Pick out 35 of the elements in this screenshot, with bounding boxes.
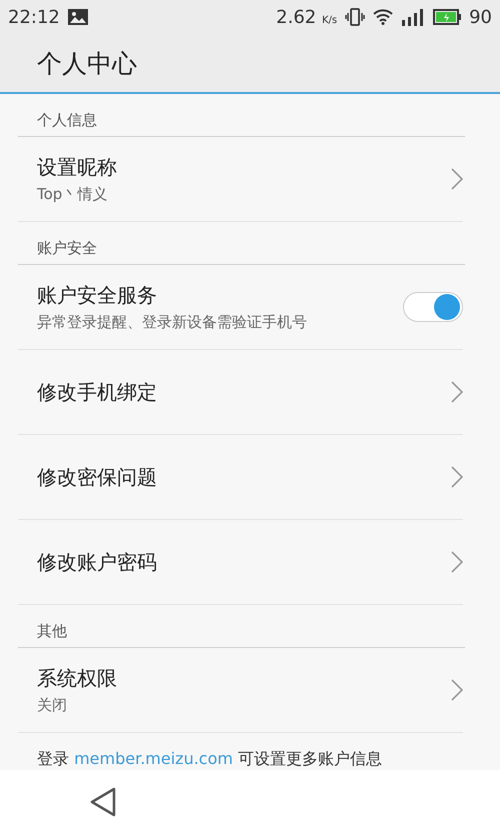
battery-level: 90 <box>469 6 492 28</box>
section-header: 个人信息 <box>18 110 465 137</box>
clock-time: 22:12 <box>8 6 60 28</box>
row-label: 修改密保问题 <box>37 464 158 490</box>
chevron-icon <box>451 466 463 488</box>
settings-row[interactable]: 修改账户密码 <box>18 520 463 605</box>
settings-row[interactable]: 账户安全服务 异常登录提醒、登录新设备需验证手机号 <box>18 265 463 350</box>
section-header: 账户安全 <box>18 238 465 265</box>
settings-row[interactable]: 系统权限 关闭 <box>18 648 463 733</box>
row-label: 账户安全服务 <box>37 282 158 309</box>
settings-row[interactable]: 设置昵称 Top丶情义 <box>18 137 463 222</box>
signal-icon <box>401 8 426 26</box>
toggle-switch[interactable] <box>403 292 463 322</box>
vibrate-icon <box>345 7 366 27</box>
battery-icon <box>433 9 462 25</box>
page-title: 个人中心 <box>37 48 137 80</box>
row-label: 修改手机绑定 <box>37 378 158 406</box>
chevron-icon <box>451 168 463 190</box>
row-label: 修改账户密码 <box>37 548 158 576</box>
row-subtitle: Top丶情义 <box>37 185 108 204</box>
footer-text: 登录 member.meizu.com 可设置更多账户信息 <box>36 748 384 770</box>
chevron-icon <box>451 551 463 573</box>
section-header: 其他 <box>18 621 465 648</box>
network-speed: 2.62 K/s <box>276 6 338 28</box>
row-subtitle: 关闭 <box>37 696 68 715</box>
settings-row[interactable]: 修改手机绑定 <box>18 350 463 435</box>
chevron-icon <box>451 381 463 403</box>
chevron-icon <box>451 679 463 701</box>
row-subtitle: 异常登录提醒、登录新设备需验证手机号 <box>37 313 308 332</box>
back-icon[interactable] <box>90 786 116 816</box>
settings-row[interactable]: 修改密保问题 <box>18 435 463 520</box>
image-icon <box>68 9 88 25</box>
row-label: 系统权限 <box>37 665 118 692</box>
row-label: 设置昵称 <box>37 154 118 181</box>
wifi-icon <box>373 9 394 25</box>
